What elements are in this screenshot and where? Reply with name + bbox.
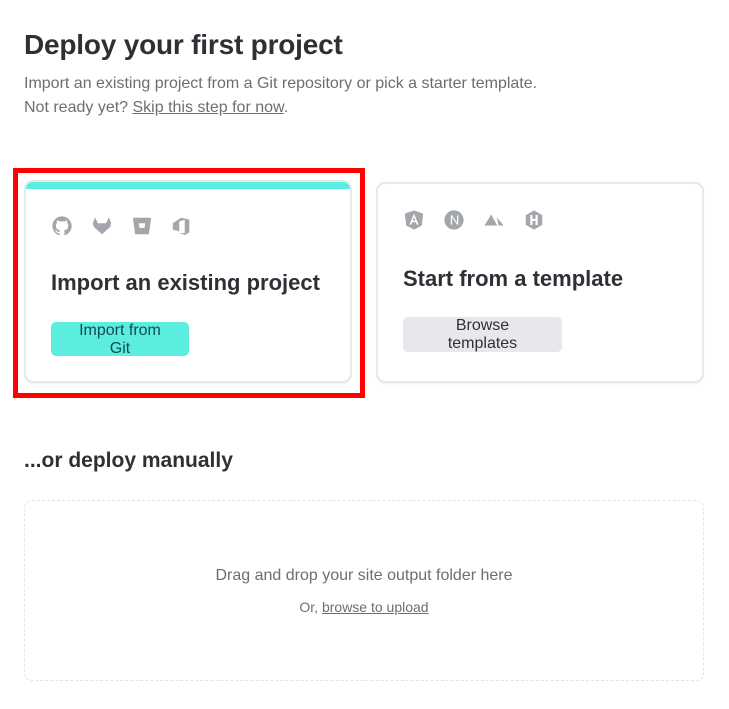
intro-text: Import an existing project from a Git re… (24, 72, 537, 120)
browse-templates-button[interactable]: Browse templates (403, 317, 562, 352)
dropzone-text: Drag and drop your site output folder he… (215, 567, 513, 584)
not-ready-line: Not ready yet? Skip this step for now. (24, 96, 537, 120)
nextjs-icon (443, 209, 465, 231)
dropzone-browse-line: Or, browse to upload (25, 599, 703, 615)
manual-deploy-title: ...or deploy manually (24, 449, 233, 472)
git-provider-icons (51, 215, 193, 237)
angular-icon (403, 209, 425, 231)
template-card: Start from a template Browse templates (378, 184, 702, 381)
page-title: Deploy your first project (24, 29, 343, 60)
import-card-title: Import an existing project (51, 270, 320, 295)
browse-to-upload-link[interactable]: browse to upload (322, 599, 429, 615)
manual-deploy-dropzone[interactable]: Drag and drop your site output folder he… (24, 500, 704, 681)
card-accent-bar (26, 182, 350, 189)
framework-icons (403, 209, 545, 231)
import-from-git-button[interactable]: Import from Git (51, 322, 189, 357)
nuxt-icon (483, 209, 505, 231)
dropzone-or-prefix: Or, (299, 599, 322, 615)
hugo-icon (523, 209, 545, 231)
intro-subtitle: Import an existing project from a Git re… (24, 75, 538, 92)
github-icon (51, 215, 73, 237)
skip-step-link[interactable]: Skip this step for now (133, 99, 284, 116)
not-ready-suffix: . (283, 99, 289, 116)
azure-devops-icon (171, 215, 193, 237)
bitbucket-icon (131, 215, 153, 237)
template-card-title: Start from a template (403, 266, 624, 291)
gitlab-icon (91, 215, 113, 237)
import-project-card: Import an existing project Import from G… (26, 182, 350, 381)
not-ready-prefix: Not ready yet? (24, 99, 133, 116)
